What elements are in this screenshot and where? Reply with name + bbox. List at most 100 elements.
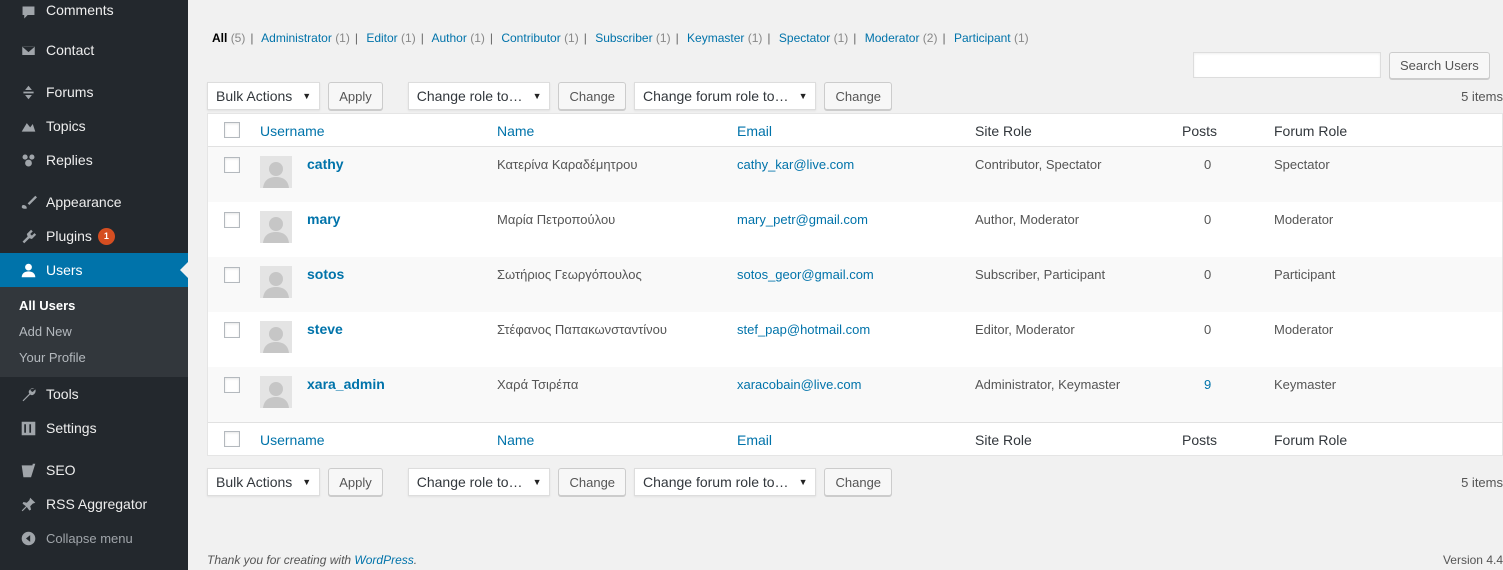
- menu-contact[interactable]: Contact: [0, 33, 188, 67]
- row-checkbox[interactable]: [224, 377, 240, 393]
- change-forum-role-button[interactable]: Change: [824, 82, 893, 110]
- avatar: [260, 321, 292, 353]
- wordpress-link[interactable]: WordPress: [354, 553, 413, 567]
- menu-comments-label: Comments: [46, 2, 114, 18]
- user-posts-link[interactable]: 9: [1204, 377, 1211, 392]
- collapse-menu-button[interactable]: Collapse menu: [0, 521, 188, 555]
- bulk-actions-select-bottom[interactable]: Bulk Actions ▼: [207, 468, 321, 496]
- menu-rss-aggregator[interactable]: RSS Aggregator: [0, 487, 188, 521]
- user-name: Χαρά Τσιρέπα: [497, 377, 579, 392]
- submenu-add-new[interactable]: Add New: [0, 319, 188, 345]
- footer-version: Version 4.4: [1442, 553, 1503, 567]
- row-checkbox[interactable]: [224, 322, 240, 338]
- user-forum-role: Spectator: [1274, 157, 1330, 172]
- row-checkbox[interactable]: [224, 157, 240, 173]
- menu-seo-label: SEO: [46, 462, 76, 478]
- menu-replies[interactable]: Replies: [0, 143, 188, 177]
- submenu-your-profile[interactable]: Your Profile: [0, 345, 188, 371]
- column-site-role-footer: Site Role: [975, 432, 1032, 448]
- menu-comments[interactable]: Comments: [0, 0, 188, 33]
- user-name: Στέφανος Παπακωνσταντίνου: [497, 322, 667, 337]
- menu-appearance-label: Appearance: [46, 194, 122, 210]
- filter-author[interactable]: Author (1): [432, 31, 485, 45]
- mail-icon: [18, 40, 38, 60]
- column-username-footer[interactable]: Username: [260, 432, 325, 448]
- menu-topics[interactable]: Topics: [0, 109, 188, 143]
- menu-settings[interactable]: Settings: [0, 411, 188, 445]
- username-link[interactable]: xara_admin: [307, 376, 385, 392]
- row-checkbox[interactable]: [224, 212, 240, 228]
- filter-editor[interactable]: Editor (1): [366, 31, 415, 45]
- filter-keymaster[interactable]: Keymaster (1): [687, 31, 762, 45]
- filter-spectator[interactable]: Spectator (1): [779, 31, 848, 45]
- row-checkbox[interactable]: [224, 267, 240, 283]
- topics-icon: [18, 116, 38, 136]
- user-posts: 0: [1204, 212, 1212, 227]
- collapse-menu-label: Collapse menu: [46, 530, 133, 546]
- search-users-button[interactable]: Search Users: [1389, 52, 1490, 79]
- filter-administrator[interactable]: Administrator (1): [261, 31, 350, 45]
- username-link[interactable]: cathy: [307, 156, 344, 172]
- avatar: [260, 156, 292, 188]
- column-name[interactable]: Name: [497, 123, 534, 139]
- replies-icon: [18, 150, 38, 170]
- role-filter-links: All (5) | Administrator (1) | Editor (1) | …: [212, 31, 1029, 45]
- column-email-footer[interactable]: Email: [737, 432, 772, 448]
- column-email[interactable]: Email: [737, 123, 772, 139]
- menu-forums-label: Forums: [46, 84, 94, 100]
- menu-users[interactable]: Users: [0, 253, 188, 287]
- menu-settings-label: Settings: [46, 420, 97, 436]
- menu-tools[interactable]: Tools: [0, 377, 188, 411]
- filter-participant[interactable]: Participant (1): [954, 31, 1029, 45]
- user-name: Σωτήριος Γεωργόπουλος: [497, 267, 642, 282]
- user-email-link[interactable]: stef_pap@hotmail.com: [737, 322, 870, 337]
- users-icon: [18, 260, 38, 280]
- table-row: steve Στέφανος Παπακωνσταντίνου stef_pap…: [208, 312, 1502, 367]
- change-role-select[interactable]: Change role to… ▼: [407, 82, 551, 110]
- table-row: mary Μαρία Πετροπούλου mary_petr@gmail.c…: [208, 202, 1502, 257]
- user-forum-role: Keymaster: [1274, 377, 1337, 392]
- column-forum-role-footer: Forum Role: [1274, 432, 1348, 448]
- filter-subscriber[interactable]: Subscriber (1): [595, 31, 670, 45]
- bulk-actions-select[interactable]: Bulk Actions ▼: [207, 82, 321, 110]
- filter-all[interactable]: All (5): [212, 31, 245, 45]
- tablenav-top: Bulk Actions ▼ Apply Change role to… ▼ Cha…: [207, 81, 1503, 111]
- user-site-role: Contributor, Spectator: [975, 157, 1102, 172]
- menu-seo[interactable]: SEO: [0, 453, 188, 487]
- tablenav-bottom: Bulk Actions ▼ Apply Change role to… ▼ Cha…: [207, 467, 1503, 497]
- menu-appearance[interactable]: Appearance: [0, 185, 188, 219]
- user-email-link[interactable]: xaracobain@live.com: [737, 377, 861, 392]
- submenu-all-users[interactable]: All Users: [0, 293, 188, 319]
- username-link[interactable]: steve: [307, 321, 343, 337]
- filter-contributor[interactable]: Contributor (1): [501, 31, 578, 45]
- settings-icon: [18, 418, 38, 438]
- user-forum-role: Moderator: [1274, 212, 1334, 227]
- column-username[interactable]: Username: [260, 123, 325, 139]
- select-all-checkbox[interactable]: [224, 122, 240, 138]
- change-role-button[interactable]: Change: [558, 82, 627, 110]
- user-email-link[interactable]: sotos_geor@gmail.com: [737, 267, 874, 282]
- menu-topics-label: Topics: [46, 118, 86, 134]
- user-site-role: Administrator, Keymaster: [975, 377, 1121, 392]
- bulk-apply-button-bottom[interactable]: Apply: [328, 468, 383, 496]
- bulk-apply-button[interactable]: Apply: [328, 82, 383, 110]
- change-forum-role-select-bottom[interactable]: Change forum role to… ▼: [634, 468, 817, 496]
- comment-icon: [18, 2, 38, 22]
- change-forum-role-button-bottom[interactable]: Change: [824, 468, 893, 496]
- user-email-link[interactable]: mary_petr@gmail.com: [737, 212, 868, 227]
- menu-users-label: Users: [46, 262, 83, 278]
- change-role-select-bottom[interactable]: Change role to… ▼: [407, 468, 551, 496]
- menu-forums[interactable]: Forums: [0, 75, 188, 109]
- menu-plugins[interactable]: Plugins 1: [0, 219, 188, 253]
- column-posts-footer: Posts: [1182, 432, 1218, 448]
- username-link[interactable]: mary: [307, 211, 340, 227]
- search-users-input[interactable]: [1193, 52, 1381, 78]
- column-name-footer[interactable]: Name: [497, 432, 534, 448]
- user-email-link[interactable]: cathy_kar@live.com: [737, 157, 854, 172]
- change-role-button-bottom[interactable]: Change: [558, 468, 627, 496]
- filter-moderator[interactable]: Moderator (2): [865, 31, 938, 45]
- select-all-checkbox-footer[interactable]: [224, 431, 240, 447]
- username-link[interactable]: sotos: [307, 266, 344, 282]
- change-forum-role-select[interactable]: Change forum role to… ▼: [634, 82, 817, 110]
- forums-icon: [18, 82, 38, 102]
